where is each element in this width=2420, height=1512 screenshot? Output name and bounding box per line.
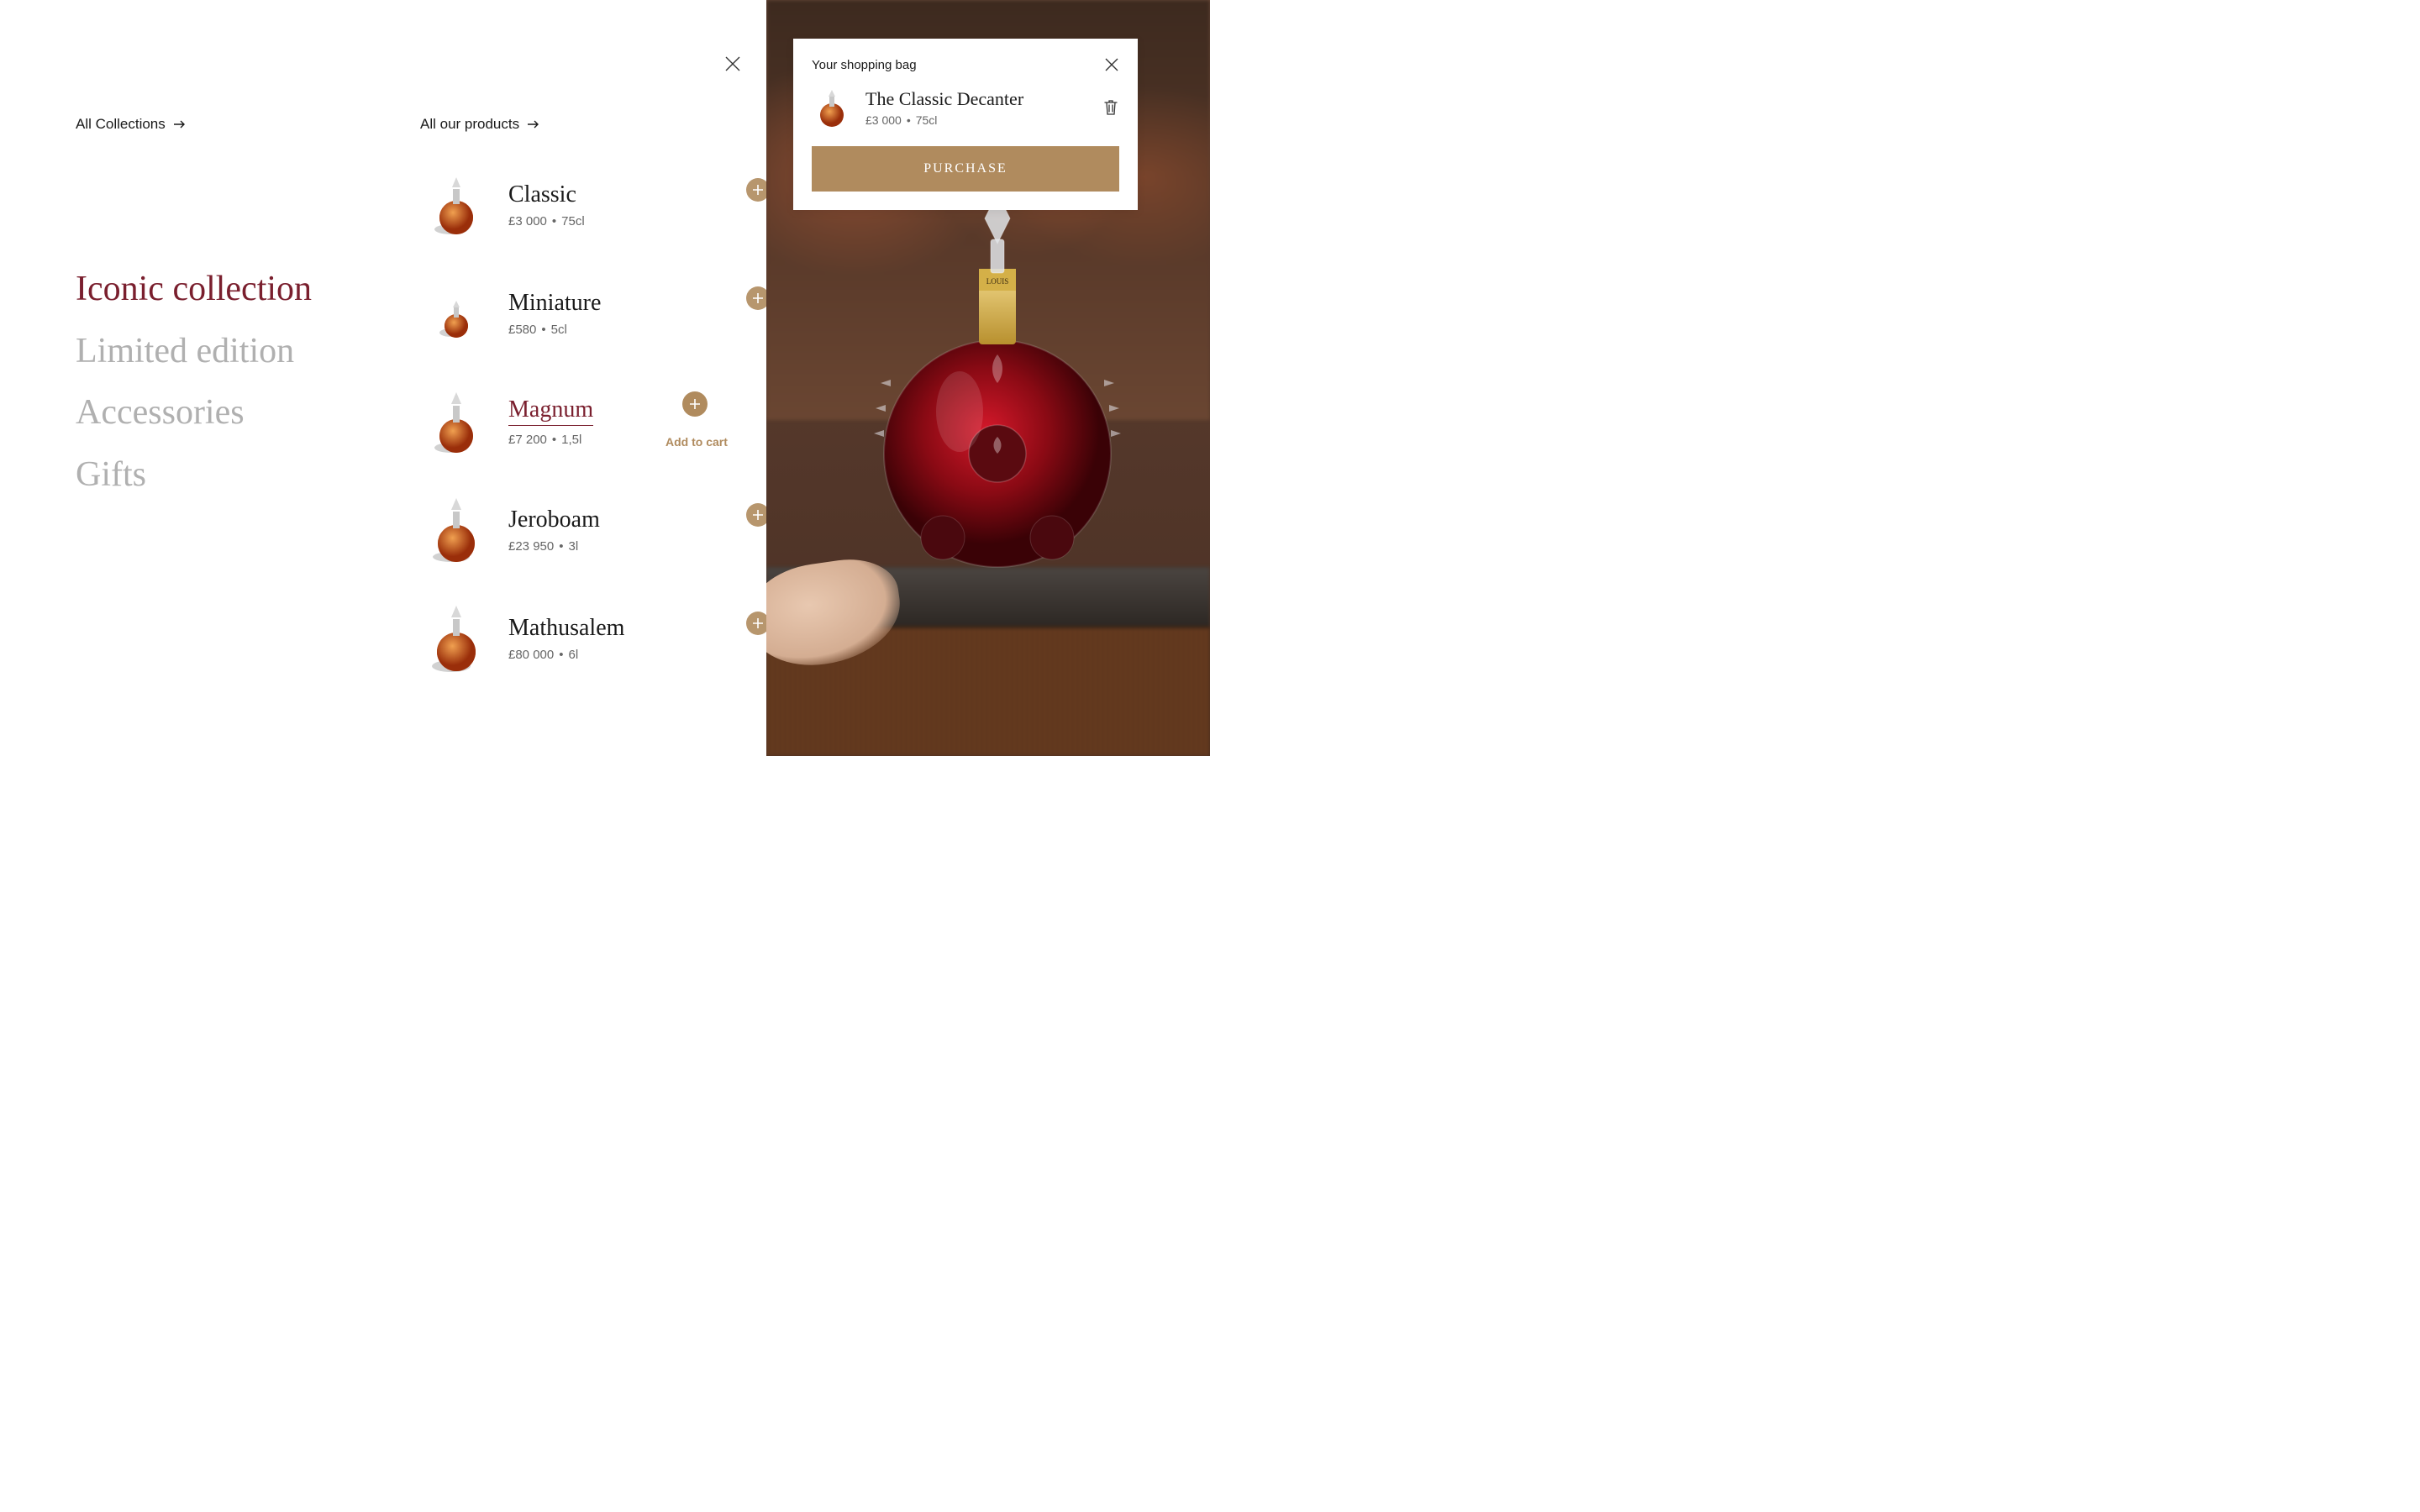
product-thumb (420, 278, 492, 349)
add-button[interactable] (682, 391, 708, 417)
product-name: Magnum (508, 397, 593, 426)
category-iconic-collection[interactable]: Iconic collection (76, 259, 378, 321)
product-thumb (420, 603, 492, 675)
product-row-magnum[interactable]: Magnum £7 200•1,5l Add to cart (420, 386, 773, 458)
shopping-bag-card: Your shopping bag The Classic Decanter £… (793, 39, 1138, 210)
product-row-jeroboam[interactable]: Jeroboam £23 950•3l (420, 495, 773, 566)
product-name: Mathusalem (508, 616, 773, 642)
trash-icon[interactable] (1102, 98, 1119, 117)
all-collections-link[interactable]: All Collections (76, 116, 378, 133)
bag-title: Your shopping bag (812, 58, 917, 72)
product-row-miniature[interactable]: Miniature £580•5cl (420, 278, 773, 349)
arrow-right-icon (174, 120, 186, 129)
product-row-mathusalem[interactable]: Mathusalem £80 000•6l (420, 603, 773, 675)
product-row-classic[interactable]: Classic £3 000•75cl (420, 170, 773, 241)
product-thumb (420, 170, 492, 241)
product-meta: £3 000•75cl (508, 214, 773, 228)
purchase-button[interactable]: PURCHASE (812, 146, 1119, 192)
product-thumb (420, 386, 492, 458)
all-products-link[interactable]: All our products (420, 116, 773, 133)
product-meta: £23 950•3l (508, 539, 773, 554)
product-name: Classic (508, 182, 773, 208)
close-button[interactable] (723, 54, 743, 74)
svg-text:LOUIS: LOUIS (986, 277, 1009, 286)
product-thumb (420, 495, 492, 566)
product-meta: £580•5cl (508, 323, 773, 337)
add-to-cart-label[interactable]: Add to cart (666, 435, 728, 449)
all-collections-label: All Collections (76, 116, 166, 133)
bag-item-name: The Classic Decanter (865, 88, 1089, 110)
arrow-right-icon (528, 120, 539, 129)
close-icon[interactable] (1104, 57, 1119, 72)
product-meta: £80 000•6l (508, 648, 773, 662)
product-name: Jeroboam (508, 507, 773, 533)
bag-item-meta: £3 000•75cl (865, 113, 1089, 127)
product-name: Miniature (508, 291, 773, 317)
category-accessories[interactable]: Accessories (76, 382, 378, 444)
category-gifts[interactable]: Gifts (76, 444, 378, 507)
all-products-label: All our products (420, 116, 519, 133)
bag-thumb (812, 87, 852, 128)
decanter-hero-icon: LOUIS (867, 185, 1128, 588)
category-limited-edition[interactable]: Limited edition (76, 321, 378, 383)
product-meta: £7 200•1,5l (508, 433, 773, 447)
bag-item: The Classic Decanter £3 000•75cl (812, 87, 1119, 128)
